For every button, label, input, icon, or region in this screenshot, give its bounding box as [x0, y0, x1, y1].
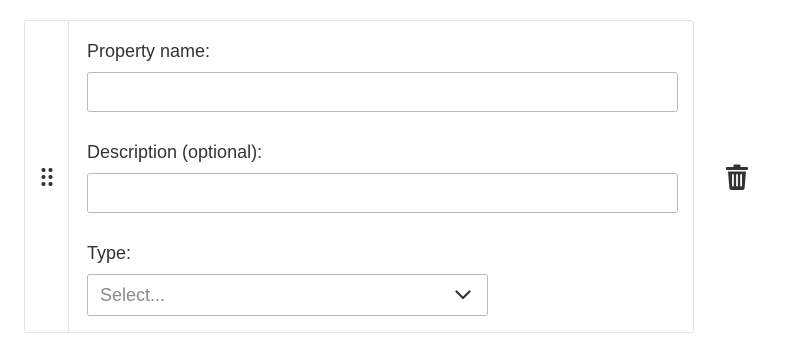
delete-property-button[interactable]: [723, 161, 751, 193]
drag-handle-icon: [41, 167, 53, 187]
chevron-down-icon: [455, 290, 471, 300]
type-select-placeholder: Select...: [100, 284, 166, 305]
property-fields: Property name: Description (optional): T…: [69, 21, 693, 332]
property-name-label: Property name:: [87, 41, 211, 61]
type-select[interactable]: Select...: [87, 274, 488, 316]
drag-handle[interactable]: [25, 21, 69, 332]
description-input[interactable]: [87, 173, 678, 213]
description-label: Description (optional):: [87, 142, 263, 162]
property-name-input[interactable]: [87, 72, 678, 112]
property-card: Property name: Description (optional): T…: [24, 20, 694, 333]
type-label: Type:: [87, 243, 132, 263]
trash-icon: [726, 164, 748, 190]
